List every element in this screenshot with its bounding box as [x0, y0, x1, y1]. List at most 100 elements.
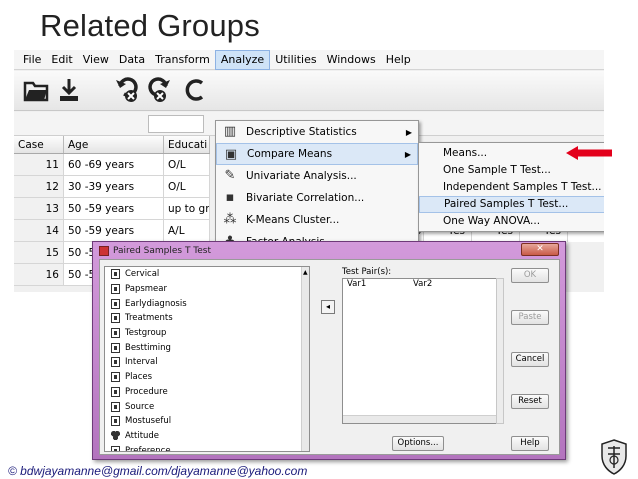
- scroll-up-icon[interactable]: ▲: [303, 269, 308, 276]
- ok-button[interactable]: OK: [511, 268, 549, 283]
- variable-list[interactable]: Cervical Papsmear Earlydiagnosis Treatments…: [104, 266, 310, 452]
- list-item[interactable]: Procedure: [105, 385, 309, 400]
- descriptive-stats-icon: ▥: [223, 124, 237, 139]
- scale-variable-icon: [111, 445, 120, 451]
- table-row: 14 50 -59 years A/L: [14, 220, 210, 242]
- variable-label: Source: [125, 401, 155, 412]
- reset-button[interactable]: Reset: [511, 394, 549, 409]
- row-number[interactable]: 14: [14, 220, 64, 241]
- submenu-item-independent-samples-t-test[interactable]: Independent Samples T Test...: [419, 179, 604, 196]
- variable-label: Places: [125, 372, 153, 383]
- redo-icon[interactable]: [144, 75, 174, 105]
- column-header-age[interactable]: Age: [64, 136, 164, 153]
- menu-windows[interactable]: Windows: [322, 50, 381, 70]
- list-item[interactable]: Earlydiagnosis: [105, 296, 309, 311]
- menu-item-compare-means[interactable]: ▣ Compare Means ▶: [216, 143, 418, 165]
- pair-list-vscrollbar[interactable]: [496, 278, 504, 424]
- toolbar: [14, 71, 604, 111]
- cell-education[interactable]: A/L: [164, 220, 210, 241]
- list-item[interactable]: Cervical: [105, 267, 309, 282]
- row-number[interactable]: 12: [14, 176, 64, 197]
- scale-variable-icon: [111, 284, 120, 295]
- menu-item-label: Bivariate Correlation...: [246, 192, 365, 204]
- submenu-item-one-way-anova[interactable]: One Way ANOVA...: [419, 213, 604, 230]
- row-number[interactable]: 11: [14, 154, 64, 175]
- menu-transform[interactable]: Transform: [150, 50, 215, 70]
- correlation-icon: ▪: [225, 190, 235, 205]
- move-variable-button[interactable]: ◂: [321, 300, 335, 314]
- menu-item-univariate-analysis[interactable]: ✎ Univariate Analysis...: [216, 165, 418, 187]
- cell-education[interactable]: O/L: [164, 176, 210, 197]
- cell-age[interactable]: 60 -69 years: [64, 154, 164, 175]
- menu-item-label: Descriptive Statistics: [246, 126, 357, 138]
- pair-list-hscrollbar[interactable]: [343, 415, 499, 423]
- list-item[interactable]: Source: [105, 399, 309, 414]
- row-number[interactable]: 13: [14, 198, 64, 219]
- submenu-item-paired-samples-t-test[interactable]: Paired Samples T Test...: [419, 196, 604, 213]
- paired-samples-dialog: Paired Samples T Test ✕ Cervical Papsmear…: [92, 241, 566, 460]
- scale-variable-icon: [111, 386, 120, 397]
- list-item[interactable]: Interval: [105, 355, 309, 370]
- list-item[interactable]: Places: [105, 370, 309, 385]
- cell-age[interactable]: 50 -59 years: [64, 198, 164, 219]
- variable-label: Preference: [125, 445, 171, 452]
- variable-label: Treatments: [125, 313, 173, 324]
- variable-label: Testgroup: [125, 328, 167, 339]
- submenu-item-one-sample-t-test[interactable]: One Sample T Test...: [419, 162, 604, 179]
- scale-variable-icon: [111, 357, 120, 368]
- pointer-arrow-icon: [566, 146, 612, 160]
- list-item[interactable]: Papsmear: [105, 282, 309, 297]
- column-header-education[interactable]: Educati: [164, 136, 210, 153]
- list-item[interactable]: Preference: [105, 443, 309, 452]
- table-row: 13 50 -59 years up to gr: [14, 198, 210, 220]
- menu-item-descriptive-statistics[interactable]: ▥ Descriptive Statistics ▶: [216, 121, 418, 143]
- help-button[interactable]: Help: [511, 436, 549, 451]
- variable-label: Earlydiagnosis: [125, 298, 187, 309]
- variable-list-scrollbar[interactable]: ▲: [301, 267, 309, 451]
- cell-education[interactable]: up to gr: [164, 198, 210, 219]
- scale-variable-icon: [111, 298, 120, 309]
- menu-item-k-means-cluster[interactable]: ⁂ K-Means Cluster...: [216, 209, 418, 231]
- open-folder-icon[interactable]: [22, 75, 52, 105]
- cell-value-field[interactable]: [148, 115, 204, 133]
- grid-header: Case Age Educati: [14, 136, 210, 154]
- save-icon[interactable]: [54, 75, 84, 105]
- menu-edit[interactable]: Edit: [46, 50, 77, 70]
- menu-item-bivariate-correlation[interactable]: ▪ Bivariate Correlation...: [216, 187, 418, 209]
- menu-view[interactable]: View: [78, 50, 114, 70]
- row-number[interactable]: 15: [14, 242, 64, 263]
- dialog-titlebar[interactable]: Paired Samples T Test: [99, 244, 211, 258]
- nominal-variable-icon: [111, 430, 120, 441]
- cell-age[interactable]: 50 -59 years: [64, 220, 164, 241]
- cancel-button[interactable]: Cancel: [511, 352, 549, 367]
- menu-item-label: Compare Means: [247, 148, 333, 160]
- close-icon[interactable]: ✕: [521, 243, 559, 256]
- variable-label: Attitude: [125, 430, 160, 441]
- list-item[interactable]: Mostuseful: [105, 414, 309, 429]
- submenu-arrow-icon: ▶: [405, 127, 412, 137]
- cell-education[interactable]: O/L: [164, 154, 210, 175]
- paste-button[interactable]: Paste: [511, 310, 549, 325]
- slide-title: Related Groups: [40, 8, 260, 43]
- menu-item-label: Univariate Analysis...: [246, 170, 357, 182]
- options-button[interactable]: Options...: [392, 436, 444, 451]
- menu-analyze[interactable]: Analyze: [214, 50, 271, 70]
- cell-age[interactable]: 30 -39 years: [64, 176, 164, 197]
- column-header-case[interactable]: Case: [14, 136, 64, 153]
- list-item[interactable]: Attitude: [105, 429, 309, 444]
- table-row: 11 60 -69 years O/L: [14, 154, 210, 176]
- variable-label: Cervical: [125, 269, 160, 280]
- menu-file[interactable]: File: [18, 50, 46, 70]
- list-item[interactable]: Treatments: [105, 311, 309, 326]
- toolbar-partial-icon[interactable]: [180, 75, 210, 105]
- list-item[interactable]: Testgroup: [105, 326, 309, 341]
- list-item[interactable]: Besttiming: [105, 340, 309, 355]
- menu-utilities[interactable]: Utilities: [270, 50, 321, 70]
- undo-icon[interactable]: [112, 75, 142, 105]
- row-number[interactable]: 16: [14, 264, 64, 285]
- compare-means-icon: ▣: [224, 147, 238, 162]
- menu-data[interactable]: Data: [114, 50, 150, 70]
- menu-help[interactable]: Help: [381, 50, 416, 70]
- pair-list-header: Var1 Var2: [343, 279, 499, 291]
- test-pairs-list[interactable]: Var1 Var2: [342, 278, 500, 424]
